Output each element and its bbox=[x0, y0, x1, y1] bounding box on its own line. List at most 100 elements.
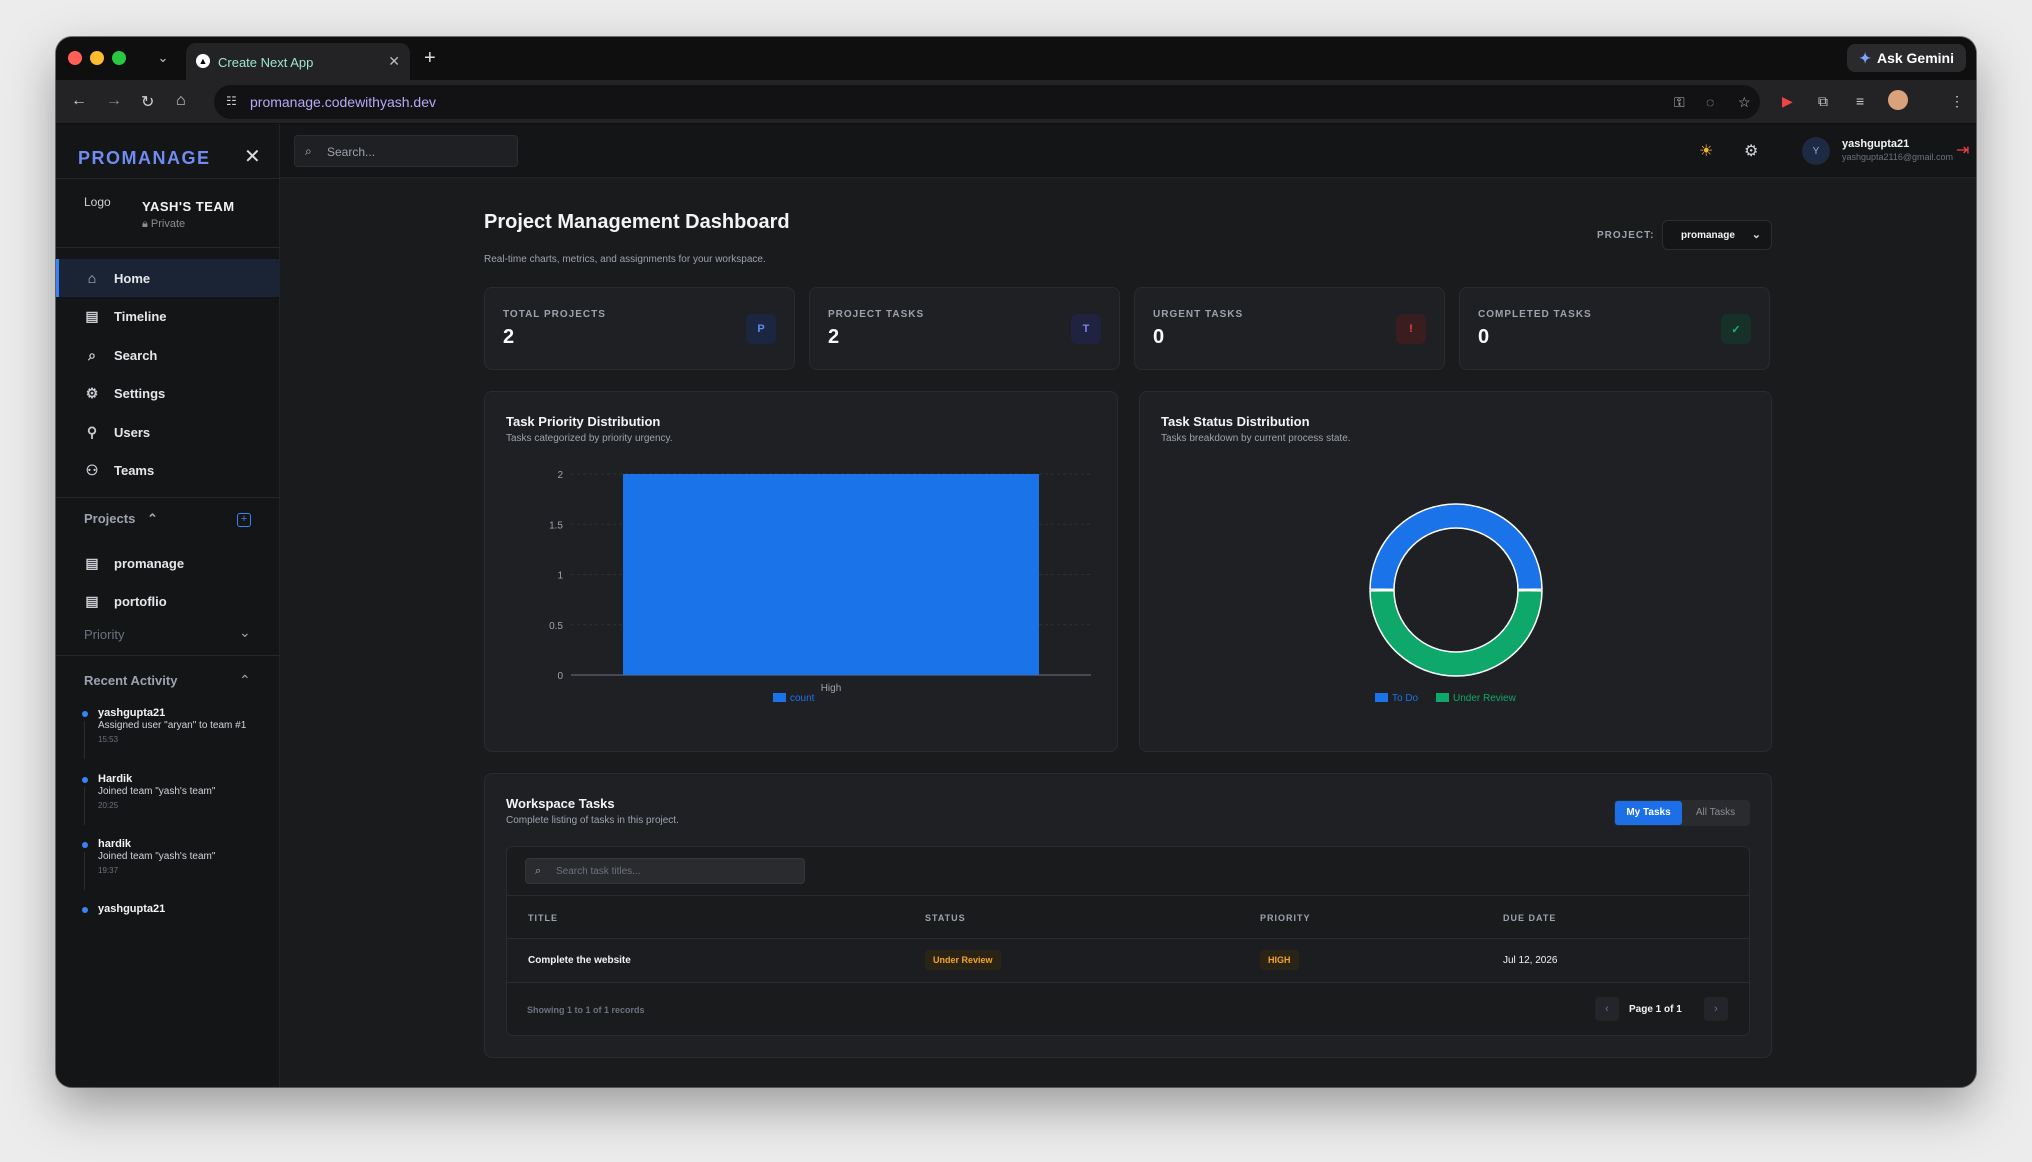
ask-gemini-button[interactable]: ✦ Ask Gemini bbox=[1847, 44, 1966, 72]
new-tab-button[interactable]: + bbox=[424, 47, 436, 70]
extensions-puzzle-icon[interactable]: ⧉ bbox=[1818, 93, 1828, 110]
stat-badge-urgent: ! bbox=[1396, 314, 1426, 344]
main-content: Project Management Dashboard Real-time c… bbox=[56, 124, 1976, 1087]
stat-label: PROJECT TASKS bbox=[828, 309, 925, 320]
stat-value: 0 bbox=[1153, 326, 1165, 348]
eye-off-icon[interactable]: ◌ bbox=[1706, 94, 1714, 110]
profile-avatar-icon[interactable] bbox=[1888, 90, 1908, 110]
task-title[interactable]: Complete the website bbox=[528, 955, 631, 966]
status-chart-panel: Task Status Distribution Tasks breakdown… bbox=[1139, 391, 1772, 752]
legend-swatch bbox=[1436, 693, 1449, 702]
browser-menu-icon[interactable]: ⋮ bbox=[1950, 93, 1964, 110]
status-donut-chart: To Do Under Review bbox=[1369, 503, 1543, 704]
stat-card-total-projects: TOTAL PROJECTS 2 P bbox=[484, 287, 795, 370]
site-info-icon[interactable]: ☷ bbox=[226, 94, 237, 108]
maximize-window-button[interactable] bbox=[112, 51, 126, 65]
password-key-icon[interactable]: ⚿ bbox=[1674, 94, 1685, 111]
prev-page-button[interactable]: ‹ bbox=[1595, 997, 1619, 1021]
app-root: PROMANAGE ✕ Logo YASH'S TEAM 🔒︎ Private … bbox=[56, 124, 1976, 1087]
legend-swatch bbox=[1375, 693, 1388, 702]
stat-badge-t: T bbox=[1071, 314, 1101, 344]
page-subtitle: Real-time charts, metrics, and assignmen… bbox=[484, 254, 766, 265]
column-header-status[interactable]: STATUS bbox=[925, 913, 966, 923]
bar bbox=[623, 474, 1039, 675]
task-search-placeholder: Search task titles... bbox=[556, 866, 641, 877]
stat-card-project-tasks: PROJECT TASKS 2 T bbox=[809, 287, 1120, 370]
y-tick-label: 1.5 bbox=[549, 520, 563, 531]
stat-label: URGENT TASKS bbox=[1153, 309, 1244, 320]
bookmark-star-icon[interactable]: ☆ bbox=[1738, 94, 1751, 111]
youtube-extension-icon[interactable]: ▶ bbox=[1782, 93, 1793, 110]
priority-badge: HIGH bbox=[1260, 950, 1299, 970]
x-tick-label: High bbox=[821, 683, 842, 694]
ask-gemini-label: Ask Gemini bbox=[1876, 50, 1954, 66]
chevron-right-icon: › bbox=[1714, 1003, 1718, 1015]
stat-badge-p: P bbox=[746, 314, 776, 344]
legend-label: Under Review bbox=[1453, 693, 1517, 704]
tasks-title: Workspace Tasks bbox=[506, 796, 615, 811]
tasks-table: ⌕ Search task titles... TITLE STATUS PRI… bbox=[506, 846, 1750, 1036]
reading-list-icon[interactable]: ≡ bbox=[1856, 93, 1864, 109]
project-select[interactable]: promanage ⌄ bbox=[1662, 220, 1772, 250]
task-search-input[interactable]: ⌕ Search task titles... bbox=[525, 858, 805, 884]
address-bar[interactable]: ☷ promanage.codewithyash.dev ⚿ ◌ ☆ bbox=[214, 85, 1760, 119]
table-header: TITLE STATUS PRIORITY DUE DATE bbox=[507, 895, 1749, 939]
chart-subtitle: Tasks categorized by priority urgency. bbox=[506, 433, 673, 444]
chevron-down-icon: ⌄ bbox=[157, 50, 169, 65]
y-tick-label: 2 bbox=[557, 470, 563, 481]
tab-title: Create Next App bbox=[218, 55, 314, 70]
chart-title: Task Priority Distribution bbox=[506, 414, 661, 429]
column-header-due-date[interactable]: DUE DATE bbox=[1503, 913, 1556, 923]
legend-label: count bbox=[790, 693, 815, 704]
next-page-button[interactable]: › bbox=[1704, 997, 1728, 1021]
minimize-window-button[interactable] bbox=[90, 51, 104, 65]
tab-search-button[interactable]: ⌄ bbox=[149, 46, 177, 70]
stat-card-completed-tasks: COMPLETED TASKS 0 ✓ bbox=[1459, 287, 1770, 370]
workspace-tasks-panel: Workspace Tasks Complete listing of task… bbox=[484, 773, 1772, 1058]
chevron-left-icon: ‹ bbox=[1605, 1003, 1609, 1015]
column-header-title[interactable]: TITLE bbox=[528, 913, 558, 923]
browser-window: ⌄ ▲ Create Next App ✕ + ✦ Ask Gemini ← →… bbox=[56, 37, 1976, 1087]
page-indicator: Page 1 of 1 bbox=[1629, 1004, 1682, 1015]
y-tick-label: 0 bbox=[557, 671, 563, 682]
page-title: Project Management Dashboard bbox=[484, 211, 790, 233]
tasks-subtitle: Complete listing of tasks in this projec… bbox=[506, 815, 679, 826]
stat-value: 2 bbox=[503, 326, 515, 348]
y-tick-label: 1 bbox=[557, 571, 563, 582]
project-select-label: PROJECT: bbox=[1597, 230, 1655, 241]
task-due-date: Jul 12, 2026 bbox=[1503, 955, 1558, 966]
browser-tab-bar: ⌄ ▲ Create Next App ✕ + ✦ Ask Gemini bbox=[56, 37, 1976, 80]
donut-slice bbox=[1369, 503, 1543, 591]
table-row[interactable]: Complete the website Under Review HIGH J… bbox=[507, 939, 1749, 983]
stat-card-urgent-tasks: URGENT TASKS 0 ! bbox=[1134, 287, 1445, 370]
browser-toolbar: ← → ↻ ⌂ ☷ promanage.codewithyash.dev ⚿ ◌… bbox=[56, 80, 1976, 124]
status-badge: Under Review bbox=[925, 950, 1001, 970]
stat-badge-check: ✓ bbox=[1721, 314, 1751, 344]
project-select-value: promanage bbox=[1681, 230, 1735, 241]
url-text[interactable]: promanage.codewithyash.dev bbox=[250, 94, 436, 110]
stat-value: 0 bbox=[1478, 326, 1490, 348]
back-button[interactable]: ← bbox=[71, 92, 87, 110]
close-tab-icon[interactable]: ✕ bbox=[388, 53, 400, 70]
legend-label: To Do bbox=[1392, 693, 1419, 704]
forward-button[interactable]: → bbox=[106, 92, 122, 110]
y-tick-label: 0.5 bbox=[549, 621, 563, 632]
legend-swatch bbox=[773, 693, 786, 702]
chart-subtitle: Tasks breakdown by current process state… bbox=[1161, 433, 1351, 444]
home-button[interactable]: ⌂ bbox=[176, 92, 186, 110]
stat-label: COMPLETED TASKS bbox=[1478, 309, 1592, 320]
priority-bar-chart: 0 0.5 1 1.5 2 High count bbox=[549, 470, 1091, 704]
priority-chart-panel: Task Priority Distribution Tasks categor… bbox=[484, 391, 1118, 752]
stat-label: TOTAL PROJECTS bbox=[503, 309, 606, 320]
stat-value: 2 bbox=[828, 326, 840, 348]
favicon-icon: ▲ bbox=[196, 54, 210, 68]
reload-button[interactable]: ↻ bbox=[141, 92, 154, 112]
tab-all-tasks[interactable]: All Tasks bbox=[1682, 801, 1749, 825]
browser-tab[interactable]: ▲ Create Next App ✕ bbox=[186, 43, 410, 80]
search-icon: ⌕ bbox=[535, 865, 542, 877]
tab-my-tasks[interactable]: My Tasks bbox=[1615, 801, 1682, 825]
close-window-button[interactable] bbox=[68, 51, 82, 65]
column-header-priority[interactable]: PRIORITY bbox=[1260, 913, 1311, 923]
tasks-filter-toggle: My Tasks All Tasks bbox=[1614, 800, 1750, 826]
chart-title: Task Status Distribution bbox=[1161, 414, 1310, 429]
